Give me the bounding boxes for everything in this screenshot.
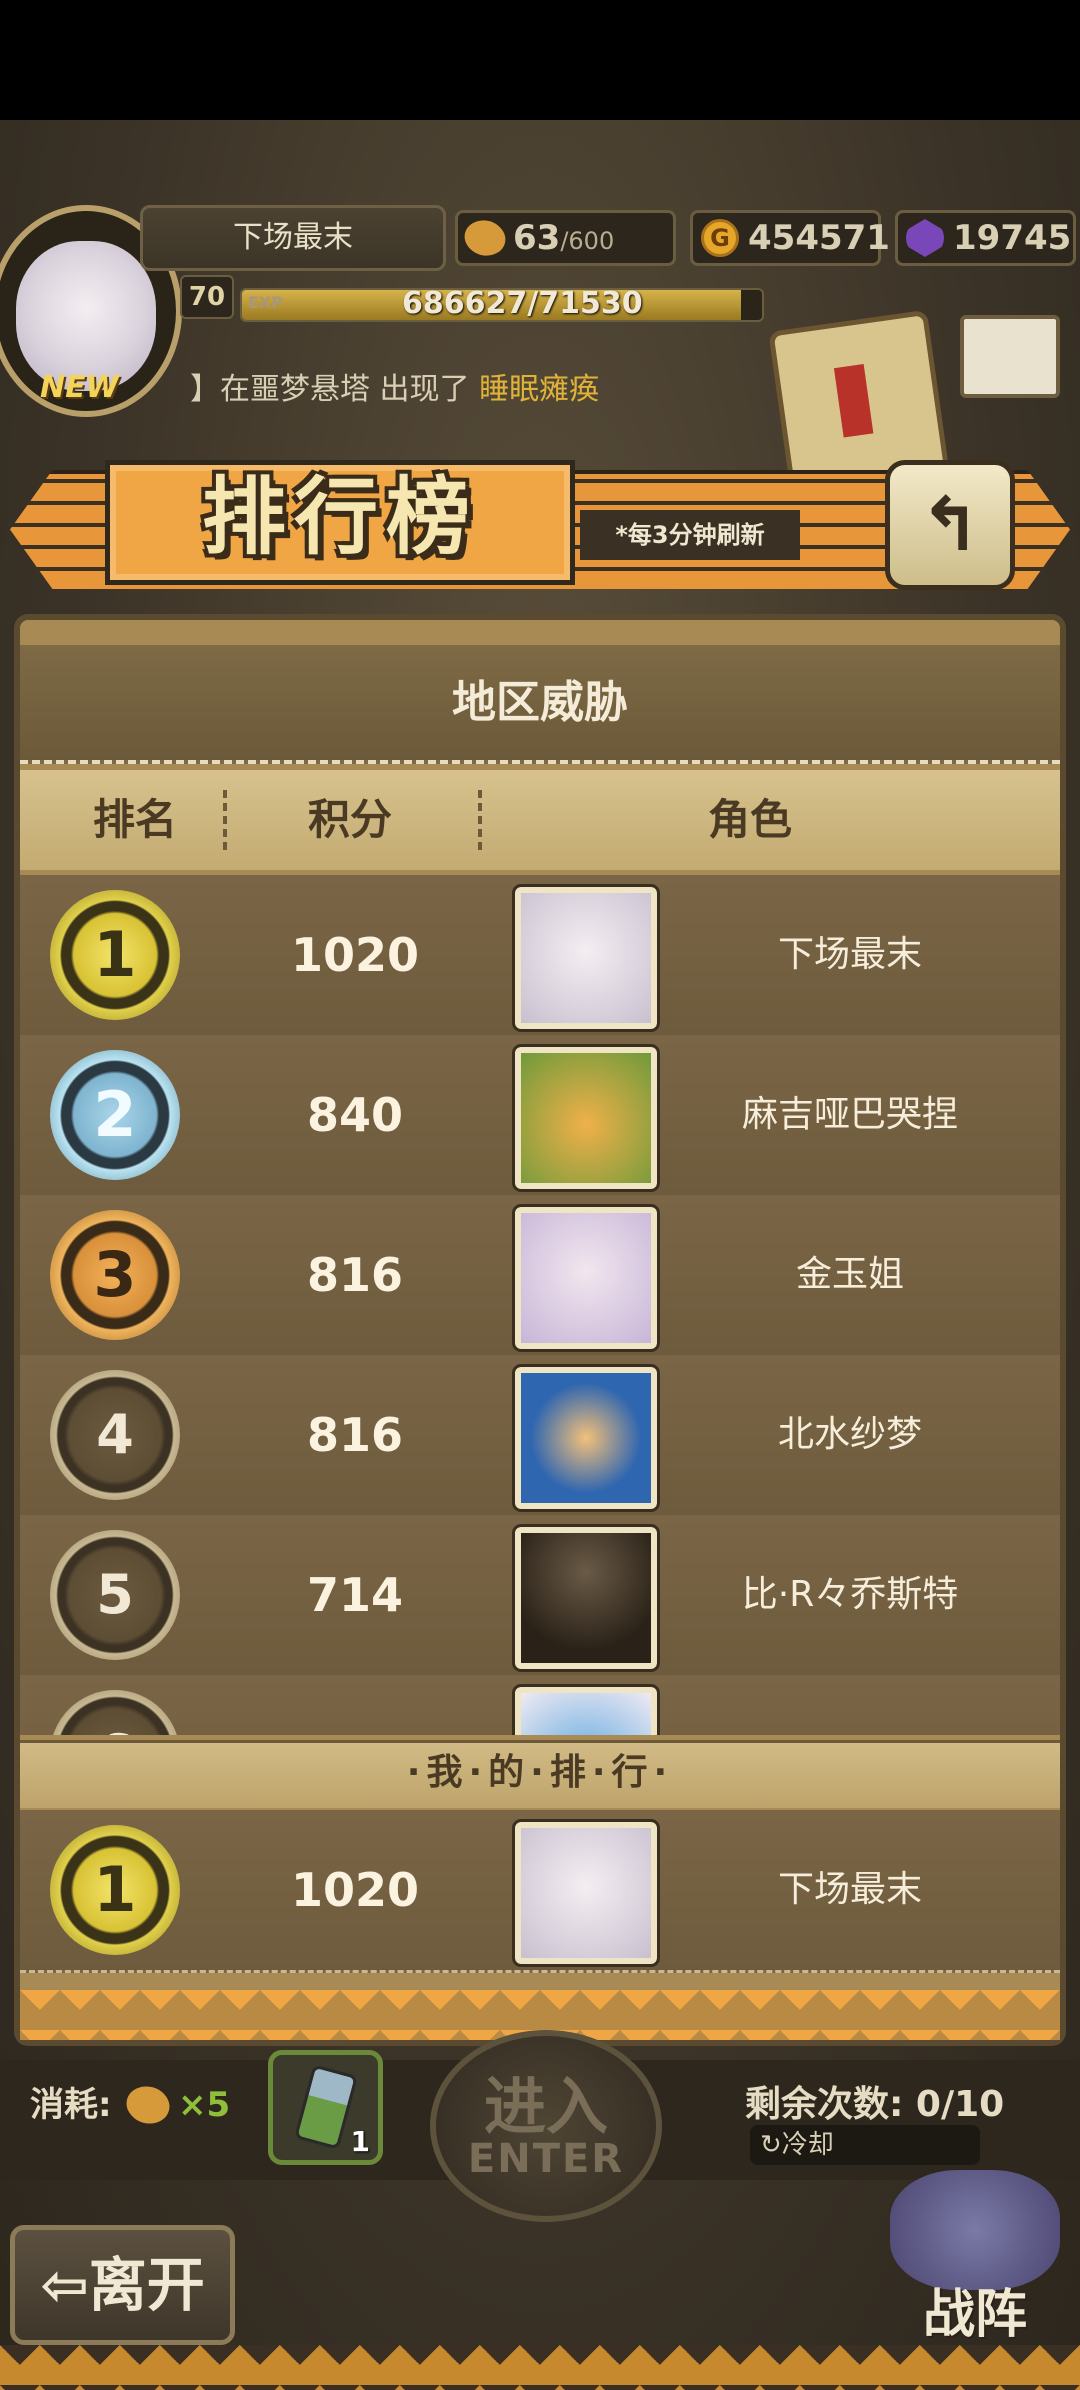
refresh-note: *每3分钟刷新 [580, 510, 800, 560]
my-rank-row[interactable]: 1 1020 下场最末 [20, 1810, 1060, 1973]
mail-icon[interactable] [960, 315, 1060, 398]
formation-icon [890, 2170, 1060, 2290]
table-row[interactable]: 1 1020 下场最末 [20, 875, 1060, 1038]
cost-label: 消耗: [30, 2085, 112, 2125]
enter-button[interactable]: 进入 ENTER [430, 2030, 662, 2222]
character-portrait[interactable] [512, 1684, 660, 1735]
page-title: 排行榜 [201, 468, 478, 566]
row-player-name [660, 1675, 1040, 1735]
my-rank-title: ·我·的·排·行· [406, 1752, 674, 1793]
player-level: 70 [180, 275, 234, 319]
return-arrow-icon: ↰ [918, 482, 981, 568]
leaderboard-list[interactable]: 1 1020 下场最末 2 840 麻吉哑巴哭捏 3 816 金玉姐 4 816… [20, 875, 1060, 1735]
row-player-name: 下场最末 [777, 934, 922, 975]
row-score: 1020 [290, 1863, 420, 1917]
avatar-portrait [16, 241, 156, 391]
exp-label: EXP [248, 293, 283, 312]
row-score: 816 [306, 1408, 404, 1462]
notice-text: 】在噩梦悬塔 出现了 [190, 372, 480, 407]
potion-count: 1 [350, 2125, 370, 2158]
row-player-name: 麻吉哑巴哭捏 [741, 1094, 958, 1135]
character-portrait[interactable] [512, 1364, 660, 1512]
column-rank: 排名 [92, 795, 177, 844]
cost-count: ×5 [178, 2085, 231, 2125]
formation-label: 战阵 [922, 2285, 1027, 2345]
row-score [215, 1675, 495, 1735]
table-row[interactable]: 4 816 北水纱梦 [20, 1355, 1060, 1518]
player-name: 下场最末 [140, 205, 446, 271]
character-portrait[interactable] [512, 1044, 660, 1192]
notice-highlight: 睡眠瘫痪 [479, 372, 600, 407]
rank-badge: 4 [50, 1370, 180, 1500]
table-row[interactable]: 2 840 麻吉哑巴哭捏 [20, 1035, 1060, 1198]
gold-amount: 454571 [748, 218, 890, 258]
bread-icon [459, 212, 511, 264]
rank-badge-silver: 2 [50, 1050, 180, 1180]
gem-icon [906, 219, 944, 257]
rank-badge-gold: 1 [50, 890, 180, 1020]
stamina-counter[interactable]: 63/600 [455, 210, 676, 266]
new-badge: NEW [40, 370, 119, 405]
panel-title: 地区威胁 [452, 677, 628, 728]
gold-counter[interactable]: G 454571 [690, 210, 890, 266]
leave-button[interactable]: ⇦离开 [10, 2225, 235, 2345]
gold-coin-icon: G [701, 219, 739, 257]
character-portrait[interactable] [512, 1524, 660, 1672]
row-score: 816 [306, 1248, 404, 1302]
back-button[interactable]: ↰ [885, 460, 1015, 590]
stamina-current: 63 [513, 218, 561, 258]
row-player-name: 比·R々乔斯特 [741, 1574, 959, 1615]
row-score: 840 [306, 1088, 404, 1142]
row-score: 714 [306, 1568, 404, 1622]
row-player-name: 北水纱梦 [777, 1414, 922, 1455]
exp-value: 686627/71530 [402, 288, 643, 321]
table-row[interactable]: 3 816 金玉姐 [20, 1195, 1060, 1358]
row-player-name: 金玉姐 [795, 1254, 904, 1295]
potion-item-slot[interactable]: 1 [268, 2050, 383, 2165]
rank-badge: 5 [50, 1530, 180, 1660]
character-portrait[interactable] [512, 1819, 660, 1967]
character-portrait[interactable] [512, 1204, 660, 1352]
system-status-bar [0, 0, 1080, 120]
table-row[interactable]: 6 [20, 1675, 1060, 1735]
exp-bar: EXP 686627/71530 [240, 288, 764, 322]
formation-button[interactable]: 战阵 [880, 2170, 1070, 2350]
row-player-name: 下场最末 [777, 1869, 922, 1910]
table-row[interactable]: 1 1020 下场最末 [20, 1810, 1060, 1973]
column-character: 角色 [707, 795, 792, 844]
enter-label-cn: 进入 [483, 2070, 608, 2143]
table-row[interactable]: 5 714 比·R々乔斯特 [20, 1515, 1060, 1678]
character-portrait[interactable] [512, 884, 660, 1032]
rank-badge-bronze: 3 [50, 1210, 180, 1340]
gem-counter[interactable]: 19745 [895, 210, 1076, 266]
column-score: 积分 [307, 795, 392, 844]
enter-label-en: ENTER [467, 2136, 625, 2182]
cooldown-indicator: ↻冷却 [750, 2125, 980, 2165]
rank-badge-gold: 1 [50, 1825, 180, 1955]
bottom-trim [0, 2345, 1080, 2390]
gem-amount: 19745 [953, 218, 1072, 258]
event-notice: 】在噩梦悬塔 出现了 睡眠瘫痪 [190, 365, 750, 415]
column-divider [223, 790, 227, 850]
rank-badge: 6 [50, 1690, 180, 1735]
potion-icon [293, 2064, 359, 2150]
stamina-max: /600 [560, 227, 615, 255]
row-score: 1020 [290, 928, 420, 982]
